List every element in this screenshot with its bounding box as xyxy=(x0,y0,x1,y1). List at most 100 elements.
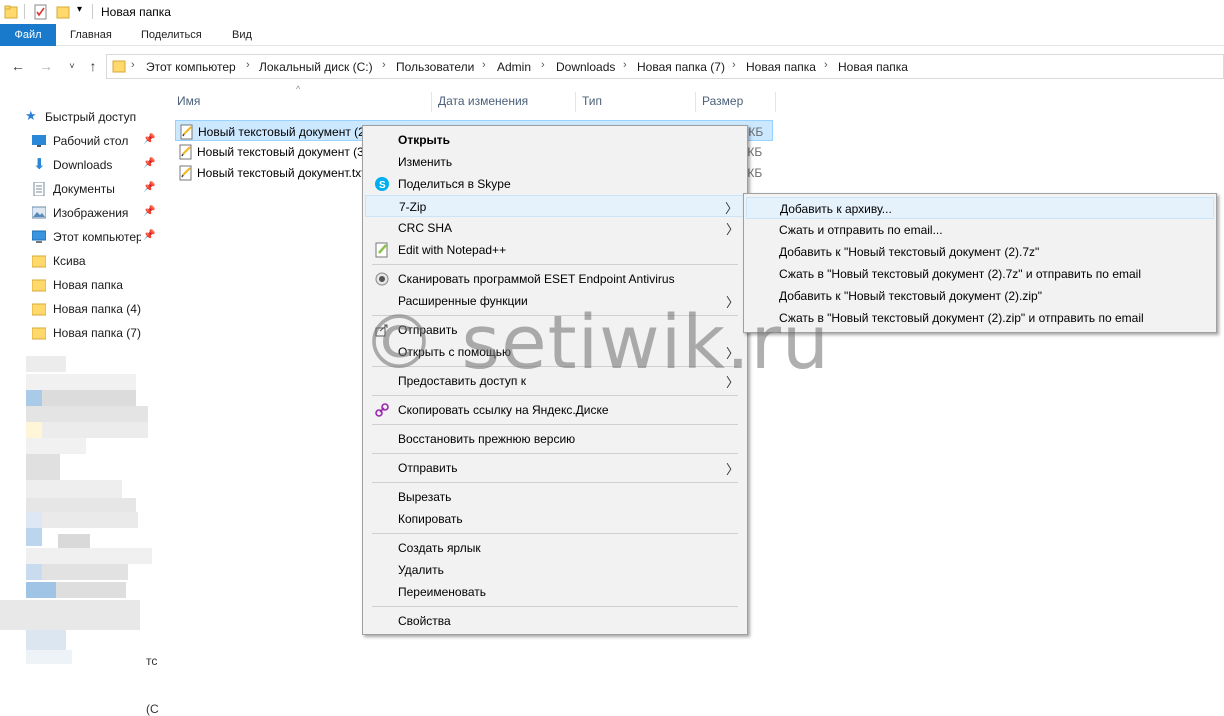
sidebar-item-label: Новая папка (7) xyxy=(53,326,141,340)
breadcrumb[interactable]: Новая папка xyxy=(838,60,908,74)
submenu-arrow-icon: 〉 xyxy=(725,222,739,237)
menu-item-copy[interactable]: Копировать xyxy=(365,508,745,530)
menu-item-crc-sha[interactable]: CRC SHA 〉 xyxy=(365,217,745,239)
sidebar-item-label: Изображения xyxy=(53,206,129,220)
menu-item-compress-7z-email[interactable]: Сжать в "Новый текстовый документ (2).7z… xyxy=(746,263,1214,285)
chevron-right-icon[interactable]: › xyxy=(824,59,828,71)
pin-icon: 📌 xyxy=(143,182,156,193)
sidebar-item-pictures[interactable]: Изображения 📌 xyxy=(24,202,160,224)
menu-item-properties[interactable]: Свойства xyxy=(365,610,745,632)
pin-icon: 📌 xyxy=(143,134,156,145)
tab-home[interactable]: Главная xyxy=(70,24,112,46)
chevron-right-icon[interactable]: › xyxy=(482,59,486,71)
window-title: Новая папка xyxy=(101,5,171,19)
menu-item-notepadpp[interactable]: Edit with Notepad++ xyxy=(365,239,745,261)
sidebar-item-label: Ксива xyxy=(53,254,86,268)
menu-item-7zip[interactable]: 7-Zip 〉 xyxy=(365,195,745,217)
computer-icon xyxy=(32,230,46,243)
column-header-size[interactable]: Размер xyxy=(702,94,743,110)
up-icon[interactable]: ↑ xyxy=(84,57,102,75)
pin-icon: 📌 xyxy=(143,206,156,217)
text-file-icon xyxy=(179,165,192,181)
sidebar-item-label: Новая папка xyxy=(53,278,123,292)
chevron-right-icon[interactable]: › xyxy=(541,59,545,71)
forward-icon[interactable]: → xyxy=(37,57,55,75)
star-icon: ★ xyxy=(25,108,37,123)
pin-icon: 📌 xyxy=(143,158,156,169)
menu-item-cut[interactable]: Вырезать xyxy=(365,486,745,508)
breadcrumb[interactable]: Этот компьютер xyxy=(146,60,236,74)
file-name: Новый текстовый документ (3 xyxy=(197,145,364,159)
chevron-right-icon[interactable]: › xyxy=(732,59,736,71)
documents-icon xyxy=(33,182,45,196)
pin-icon: 📌 xyxy=(143,230,156,241)
breadcrumb[interactable]: Локальный диск (C:) xyxy=(259,60,373,74)
quick-access-dropdown-icon[interactable]: ▾ xyxy=(77,4,82,15)
watermark: © setiwik.ru xyxy=(362,300,830,386)
chevron-right-icon[interactable]: › xyxy=(623,59,627,71)
column-header-type[interactable]: Тип xyxy=(582,94,602,110)
menu-item-eset-scan[interactable]: Сканировать программой ESET Endpoint Ant… xyxy=(365,268,745,290)
sidebar-item-label: Документы xyxy=(53,182,115,196)
breadcrumb[interactable]: Новая папка xyxy=(746,60,816,74)
download-icon: ⬇ xyxy=(33,156,46,173)
breadcrumb[interactable]: Downloads xyxy=(556,60,615,74)
sidebar-item-folder[interactable]: Ксива xyxy=(24,250,160,272)
new-folder-icon[interactable] xyxy=(56,4,70,20)
chevron-right-icon[interactable]: › xyxy=(246,59,250,71)
address-bar[interactable]: › Этот компьютер › Локальный диск (C:) ›… xyxy=(106,54,1224,79)
chevron-right-icon[interactable]: › xyxy=(382,59,386,71)
sort-ascending-icon: ^ xyxy=(296,84,301,94)
sidebar-item-quick-access[interactable]: ★ Быстрый доступ xyxy=(18,106,154,128)
sidebar-item-this-pc[interactable]: Этот компьютер 📌 xyxy=(24,226,160,248)
notepadpp-icon xyxy=(375,242,388,258)
menu-item-rename[interactable]: Переименовать xyxy=(365,581,745,603)
sidebar-item-label: Быстрый доступ xyxy=(45,110,137,124)
column-header-name[interactable]: Имя xyxy=(177,94,200,110)
sidebar-item-folder[interactable]: Новая папка xyxy=(24,274,160,296)
menu-item-edit[interactable]: Изменить xyxy=(365,151,745,173)
menu-item-delete[interactable]: Удалить xyxy=(365,559,745,581)
breadcrumb[interactable]: Пользователи xyxy=(396,60,474,74)
partial-text: (C xyxy=(146,702,159,716)
breadcrumb[interactable]: Новая папка (7) xyxy=(637,60,725,74)
menu-item-send-to[interactable]: Отправить 〉 xyxy=(365,457,745,479)
column-header-date[interactable]: Дата изменения xyxy=(438,94,528,110)
sidebar-item-folder[interactable]: Новая папка (7) xyxy=(24,322,160,344)
tab-view[interactable]: Вид xyxy=(232,24,252,46)
menu-item-yandex-link[interactable]: Скопировать ссылку на Яндекс.Диске xyxy=(365,399,745,421)
eset-icon xyxy=(375,272,389,286)
chevron-right-icon[interactable]: › xyxy=(131,59,135,71)
ribbon-tabs: Файл Главная Поделиться Вид xyxy=(0,24,1224,46)
navigation-pane: ★ Быстрый доступ Рабочий стол 📌 ⬇ Downlo… xyxy=(0,100,160,716)
svg-text:S: S xyxy=(379,180,386,191)
sidebar-item-downloads[interactable]: ⬇ Downloads 📌 xyxy=(24,154,160,176)
sidebar-item-label: Downloads xyxy=(53,158,113,172)
folder-icon xyxy=(32,327,46,340)
menu-item-compress-email[interactable]: Сжать и отправить по email... xyxy=(746,219,1214,241)
sidebar-item-label: Этот компьютер xyxy=(53,230,141,244)
recent-dropdown-icon[interactable]: ˅ xyxy=(63,57,81,75)
menu-item-add-to-archive[interactable]: Добавить к архиву... xyxy=(746,197,1214,219)
folder-icon xyxy=(112,60,126,73)
sidebar-item-documents[interactable]: Документы 📌 xyxy=(24,178,160,200)
menu-item-create-shortcut[interactable]: Создать ярлык xyxy=(365,537,745,559)
folder-icon xyxy=(32,255,46,268)
breadcrumb[interactable]: Admin xyxy=(497,60,531,74)
menu-item-share-skype[interactable]: S Поделиться в Skype xyxy=(365,173,745,195)
tab-file[interactable]: Файл xyxy=(0,24,56,46)
file-name: Новый текстовый документ.txt xyxy=(197,166,365,180)
sidebar-item-folder[interactable]: Новая папка (4) xyxy=(24,298,160,320)
back-icon[interactable]: ← xyxy=(9,57,27,75)
properties-icon[interactable] xyxy=(33,4,49,20)
sidebar-item-label: Новая папка (4) xyxy=(53,302,141,316)
tab-share[interactable]: Поделиться xyxy=(141,24,202,46)
partial-text: тс xyxy=(146,654,158,668)
menu-item-add-7z[interactable]: Добавить к "Новый текстовый документ (2)… xyxy=(746,241,1214,263)
sidebar-item-desktop[interactable]: Рабочий стол 📌 xyxy=(24,130,160,152)
sidebar-item-label: Рабочий стол xyxy=(53,134,129,148)
menu-item-open[interactable]: Открыть xyxy=(365,129,745,151)
submenu-arrow-icon: 〉 xyxy=(724,201,738,216)
pictures-icon xyxy=(32,206,46,219)
menu-item-restore-version[interactable]: Восстановить прежнюю версию xyxy=(365,428,745,450)
